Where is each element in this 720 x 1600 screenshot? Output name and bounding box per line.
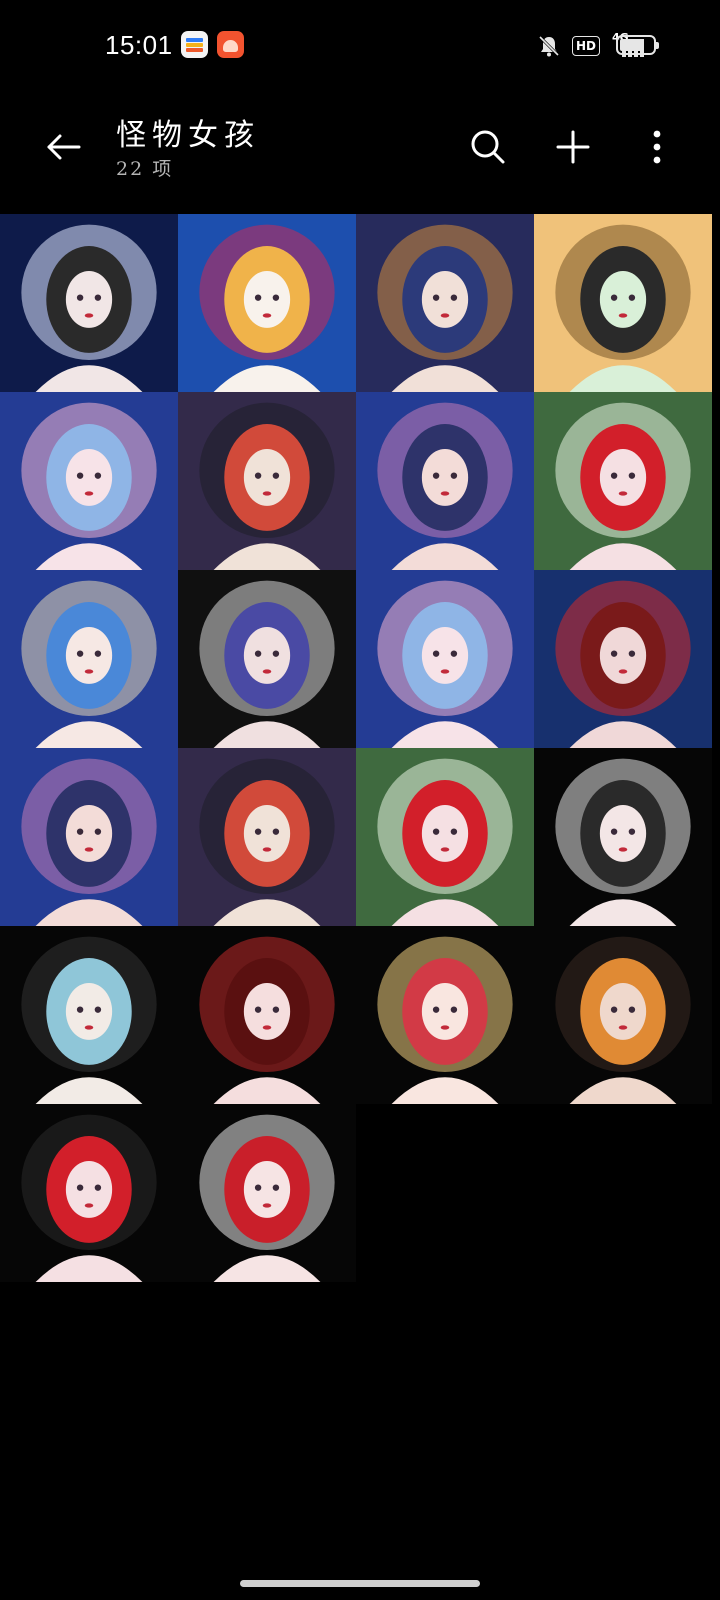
artwork-image [0, 392, 178, 570]
status-bar: 15:01 HD 4G [0, 0, 720, 92]
photo-thumbnail[interactable] [356, 926, 534, 1104]
wallet-app-icon [181, 31, 208, 58]
artwork-image [534, 748, 712, 926]
photo-thumbnail[interactable] [178, 1104, 356, 1282]
artwork-image [0, 570, 178, 748]
artwork-image [356, 392, 534, 570]
status-time: 15:01 [105, 30, 173, 60]
hd-label: HD [575, 39, 596, 53]
photo-thumbnail[interactable] [534, 570, 712, 748]
photo-thumbnail[interactable] [356, 214, 534, 392]
orange-app-icon [217, 31, 244, 58]
photo-thumbnail[interactable] [356, 392, 534, 570]
photo-thumbnail[interactable] [534, 748, 712, 926]
artwork-image [0, 214, 178, 392]
mute-icon [538, 35, 560, 57]
home-indicator[interactable] [240, 1580, 480, 1587]
artwork-image [356, 926, 534, 1104]
app-bar: 怪物女孩 22 项 [0, 92, 720, 210]
add-button[interactable] [548, 122, 598, 172]
photo-thumbnail[interactable] [0, 1104, 178, 1282]
artwork-image [178, 926, 356, 1104]
artwork-image [0, 748, 178, 926]
artwork-image [356, 748, 534, 926]
search-icon [471, 130, 505, 164]
photo-thumbnail[interactable] [178, 926, 356, 1104]
photo-thumbnail[interactable] [0, 926, 178, 1104]
artwork-image [178, 214, 356, 392]
photo-thumbnail[interactable] [356, 570, 534, 748]
album-title: 怪物女孩 [116, 118, 260, 153]
more-vertical-icon [653, 130, 661, 164]
photo-thumbnail[interactable] [178, 392, 356, 570]
artwork-image [534, 570, 712, 748]
photo-thumbnail[interactable] [534, 926, 712, 1104]
hd-icon: HD [571, 36, 600, 56]
photo-thumbnail[interactable] [534, 392, 712, 570]
photo-thumbnail[interactable] [178, 570, 356, 748]
search-button[interactable] [463, 122, 513, 172]
battery-icon [616, 35, 659, 55]
item-count: 22 项 [116, 158, 174, 180]
photo-thumbnail[interactable] [178, 214, 356, 392]
plus-icon [556, 130, 590, 164]
artwork-image [178, 392, 356, 570]
artwork-image [178, 1104, 356, 1282]
back-arrow-icon [47, 134, 81, 160]
artwork-image [356, 570, 534, 748]
photo-thumbnail[interactable] [0, 214, 178, 392]
photo-thumbnail[interactable] [178, 748, 356, 926]
artwork-image [178, 748, 356, 926]
back-button[interactable] [38, 122, 88, 172]
artwork-image [534, 392, 712, 570]
artwork-image [178, 570, 356, 748]
photo-thumbnail[interactable] [0, 748, 178, 926]
artwork-image [0, 1104, 178, 1282]
artwork-image [534, 214, 712, 392]
artwork-image [0, 926, 178, 1104]
artwork-image [356, 214, 534, 392]
artwork-image [534, 926, 712, 1104]
photo-thumbnail[interactable] [0, 570, 178, 748]
photo-thumbnail[interactable] [0, 392, 178, 570]
photo-thumbnail[interactable] [534, 214, 712, 392]
photo-thumbnail[interactable] [356, 748, 534, 926]
more-options-button[interactable] [632, 122, 682, 172]
